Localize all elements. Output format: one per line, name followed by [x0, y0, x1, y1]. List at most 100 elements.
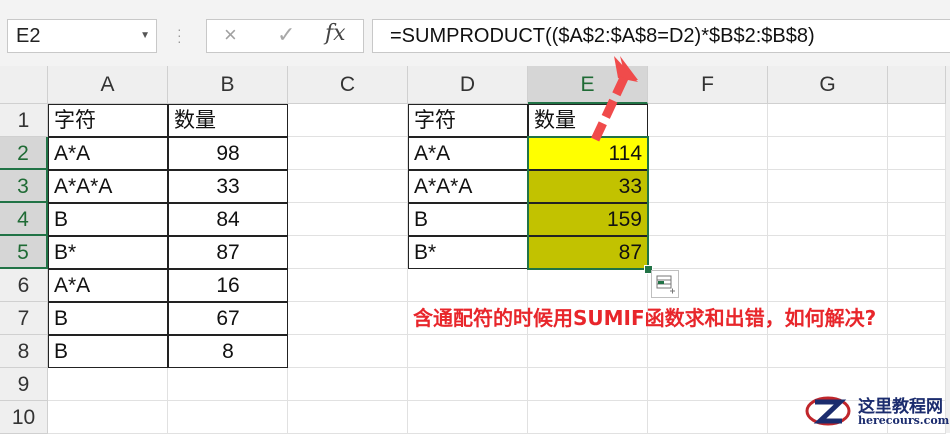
- cell[interactable]: [768, 170, 888, 203]
- column-header-more[interactable]: [888, 66, 946, 104]
- insert-function-icon[interactable]: fx: [325, 21, 346, 46]
- column-header-F[interactable]: F: [648, 66, 768, 104]
- cell[interactable]: [408, 368, 528, 401]
- cell-A8[interactable]: B: [48, 335, 168, 368]
- cell[interactable]: [768, 137, 888, 170]
- formula-input[interactable]: =SUMPRODUCT(($A$2:$A$8=D2)*$B$2:$B$8): [372, 19, 950, 53]
- cell[interactable]: [48, 401, 168, 434]
- cell-A4[interactable]: B: [48, 203, 168, 236]
- cell[interactable]: [528, 401, 648, 434]
- cell[interactable]: [888, 302, 946, 335]
- row-header-7[interactable]: 7: [0, 302, 48, 335]
- cell[interactable]: [288, 104, 408, 137]
- row-header-3[interactable]: 3: [0, 170, 48, 203]
- cell[interactable]: [168, 401, 288, 434]
- row-header-9[interactable]: 9: [0, 368, 48, 401]
- cell-B5[interactable]: 87: [168, 236, 288, 269]
- cell[interactable]: [888, 137, 946, 170]
- cell-B8[interactable]: 8: [168, 335, 288, 368]
- cell[interactable]: [888, 104, 946, 137]
- cell[interactable]: [648, 104, 768, 137]
- cell-E5[interactable]: 87: [528, 236, 648, 269]
- cell[interactable]: [408, 401, 528, 434]
- cell[interactable]: [648, 236, 768, 269]
- cell[interactable]: [768, 269, 888, 302]
- scrollbar-edge: [946, 66, 950, 433]
- cell[interactable]: [648, 203, 768, 236]
- row-header-2[interactable]: 2: [0, 137, 48, 170]
- cell[interactable]: [528, 269, 648, 302]
- cell[interactable]: [768, 203, 888, 236]
- cell[interactable]: [288, 335, 408, 368]
- cell[interactable]: [648, 401, 768, 434]
- cell[interactable]: [168, 368, 288, 401]
- cell[interactable]: [288, 269, 408, 302]
- row-header-8[interactable]: 8: [0, 335, 48, 368]
- column-header-C[interactable]: C: [288, 66, 408, 104]
- cell-D3[interactable]: A*A*A: [408, 170, 528, 203]
- cell[interactable]: [528, 368, 648, 401]
- cell[interactable]: [648, 137, 768, 170]
- row-header-1[interactable]: 1: [0, 104, 48, 137]
- cancel-icon[interactable]: ×: [224, 22, 237, 48]
- cell-D2[interactable]: A*A: [408, 137, 528, 170]
- cell[interactable]: [288, 302, 408, 335]
- chevron-down-icon[interactable]: ▼: [140, 20, 150, 52]
- cell-A6[interactable]: A*A: [48, 269, 168, 302]
- cell-A3[interactable]: A*A*A: [48, 170, 168, 203]
- column-header-G[interactable]: G: [768, 66, 888, 104]
- cell-A2[interactable]: A*A: [48, 137, 168, 170]
- cell[interactable]: [888, 335, 946, 368]
- cell-B3[interactable]: 33: [168, 170, 288, 203]
- cell[interactable]: [288, 137, 408, 170]
- cell[interactable]: [288, 170, 408, 203]
- cell-B1[interactable]: 数量: [168, 104, 288, 137]
- cell-A7[interactable]: B: [48, 302, 168, 335]
- drag-handle-icon[interactable]: · · ·: [177, 22, 182, 48]
- cell[interactable]: [888, 203, 946, 236]
- cell-E3[interactable]: 33: [528, 170, 648, 203]
- cell-D1[interactable]: 字符: [408, 104, 528, 137]
- row-header-5[interactable]: 5: [0, 236, 48, 269]
- cell[interactable]: [288, 203, 408, 236]
- row-header-4[interactable]: 4: [0, 203, 48, 236]
- formula-toolbar: E2 ▼ · · · × ✓ fx =SUMPRODUCT(($A$2:$A$8=D…: [0, 0, 950, 67]
- cell-B7[interactable]: 67: [168, 302, 288, 335]
- cell[interactable]: [288, 236, 408, 269]
- enter-icon[interactable]: ✓: [277, 22, 295, 48]
- row-header-6[interactable]: 6: [0, 269, 48, 302]
- name-box-value: E2: [16, 25, 41, 47]
- cell-E4[interactable]: 159: [528, 203, 648, 236]
- cell[interactable]: [288, 368, 408, 401]
- cell-D4[interactable]: B: [408, 203, 528, 236]
- cell[interactable]: [768, 236, 888, 269]
- cell[interactable]: [768, 104, 888, 137]
- cell-B2[interactable]: 98: [168, 137, 288, 170]
- cell[interactable]: [648, 368, 768, 401]
- cell[interactable]: [648, 170, 768, 203]
- formula-buttons: × ✓ fx: [206, 19, 364, 53]
- cell[interactable]: [408, 335, 528, 368]
- red-arrow-icon: [589, 56, 638, 144]
- cell[interactable]: [648, 335, 768, 368]
- cell[interactable]: [48, 368, 168, 401]
- cell[interactable]: [408, 269, 528, 302]
- cell-A5[interactable]: B*: [48, 236, 168, 269]
- name-box[interactable]: E2 ▼: [7, 19, 157, 53]
- column-header-D[interactable]: D: [408, 66, 528, 104]
- cell-B4[interactable]: 84: [168, 203, 288, 236]
- cell[interactable]: [288, 401, 408, 434]
- cell-D5[interactable]: B*: [408, 236, 528, 269]
- column-header-B[interactable]: B: [168, 66, 288, 104]
- quick-analysis-icon[interactable]: [651, 270, 679, 298]
- cell[interactable]: [888, 236, 946, 269]
- cell[interactable]: [888, 269, 946, 302]
- cell[interactable]: [528, 335, 648, 368]
- cell[interactable]: [888, 170, 946, 203]
- column-header-A[interactable]: A: [48, 66, 168, 104]
- cell-A1[interactable]: 字符: [48, 104, 168, 137]
- cell-B6[interactable]: 16: [168, 269, 288, 302]
- row-header-10[interactable]: 10: [0, 401, 48, 434]
- cell[interactable]: [768, 335, 888, 368]
- select-all-corner[interactable]: [0, 66, 48, 104]
